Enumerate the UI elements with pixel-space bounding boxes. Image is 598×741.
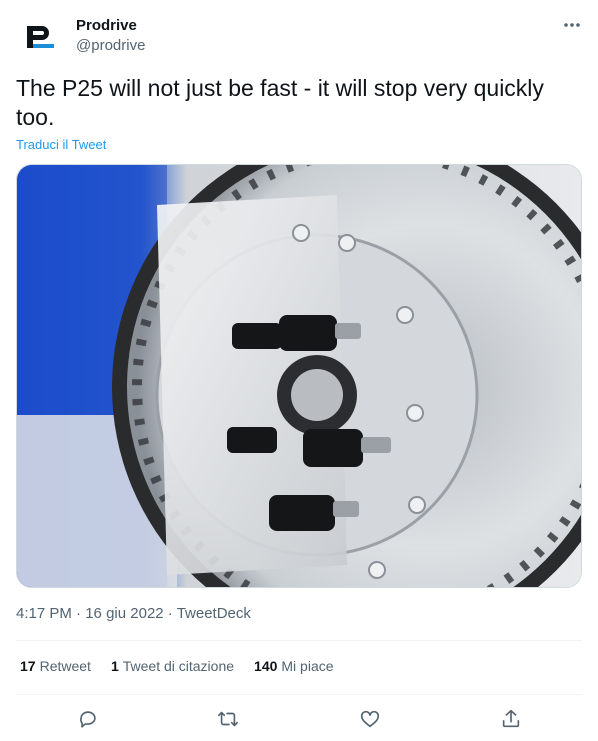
retweet-button[interactable] — [215, 706, 241, 732]
tweet-text: The P25 will not just be fast - it will … — [16, 75, 544, 130]
meta-separator: · — [167, 605, 177, 622]
author-handle[interactable]: @prodrive — [76, 36, 145, 56]
likes-stat[interactable]: 140 Mi piace — [254, 658, 334, 674]
meta-separator: · — [76, 605, 86, 622]
retweets-stat[interactable]: 17 Retweet — [20, 658, 91, 674]
quotes-label: Tweet di citazione — [122, 658, 235, 674]
retweets-label: Retweet — [39, 658, 91, 674]
reply-button[interactable] — [75, 706, 101, 732]
tweet-actions — [16, 702, 582, 736]
tweet-card: Prodrive @prodrive The P25 will not just… — [0, 0, 598, 741]
brake-disc-caliper-photo — [17, 165, 581, 587]
tweet-date[interactable]: 16 giu 2022 — [85, 605, 163, 622]
divider — [16, 694, 582, 695]
more-options-button[interactable] — [558, 14, 586, 38]
quotes-count: 1 — [110, 658, 119, 674]
share-button[interactable] — [498, 706, 524, 732]
retweet-icon — [218, 711, 238, 727]
reply-icon — [80, 711, 96, 728]
avatar[interactable] — [16, 14, 64, 62]
author-name[interactable]: Prodrive — [76, 16, 137, 36]
tweet-time[interactable]: 4:17 PM — [16, 605, 72, 622]
like-button[interactable] — [357, 706, 383, 732]
share-icon — [502, 709, 520, 728]
tweet-stats: 17 Retweet 1 Tweet di citazione 140 Mi piac… — [20, 658, 354, 674]
retweets-count: 17 — [20, 658, 36, 674]
tweet-meta: 4:17 PM · 16 giu 2022 · TweetDeck — [16, 604, 251, 624]
likes-label: Mi piace — [281, 658, 334, 674]
translate-link[interactable]: Traduci il Tweet — [16, 137, 106, 152]
likes-count: 140 — [254, 658, 278, 674]
quotes-stat[interactable]: 1 Tweet di citazione — [111, 658, 234, 674]
like-icon — [360, 710, 380, 728]
tweet-source[interactable]: TweetDeck — [177, 605, 251, 622]
more-icon — [564, 23, 580, 27]
tweet-media[interactable] — [16, 164, 582, 588]
prodrive-logo-icon — [27, 26, 54, 48]
divider — [16, 640, 582, 641]
